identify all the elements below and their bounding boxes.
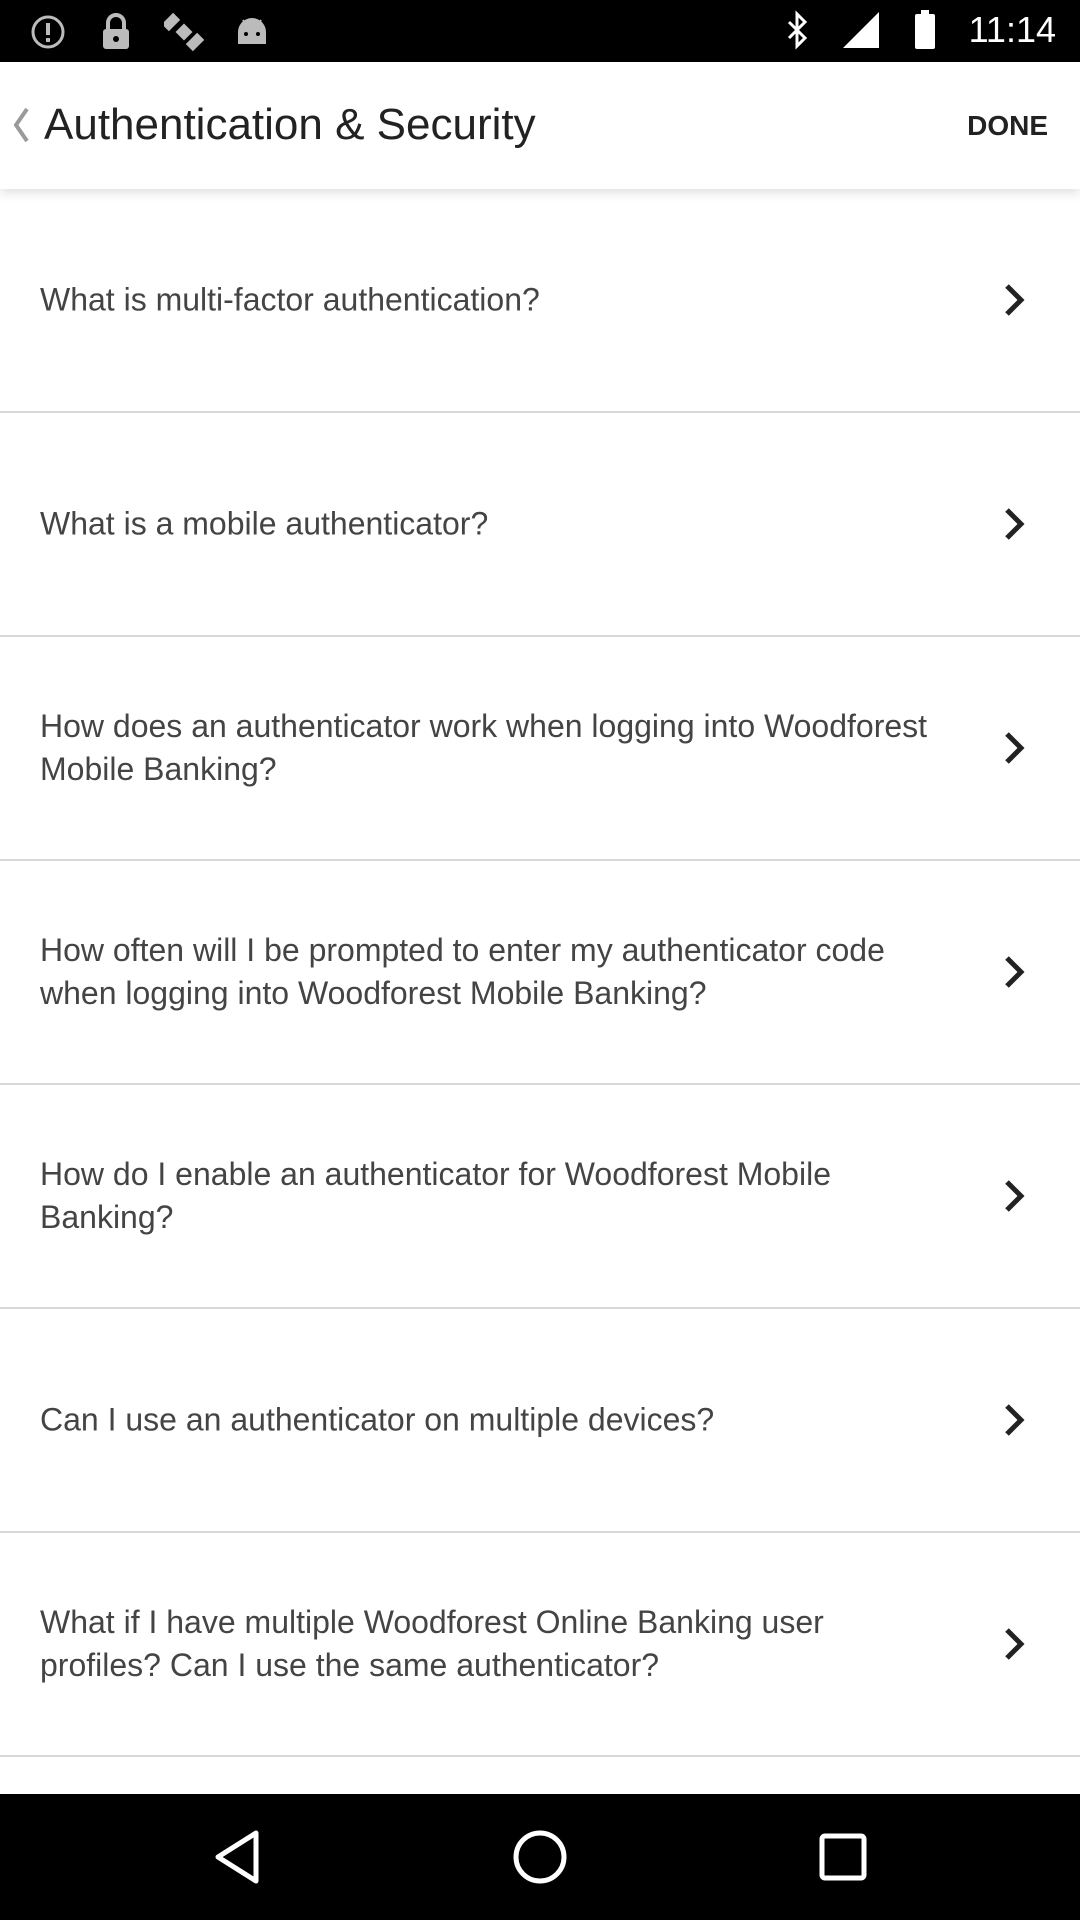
circle-home-icon [513, 1830, 567, 1884]
navigation-bar [0, 1794, 1080, 1920]
faq-question: How do I enable an authenticator for Woo… [40, 1156, 831, 1235]
faq-list: What is multi-factor authentication? Wha… [0, 189, 1080, 1794]
faq-item-multi-factor[interactable]: What is multi-factor authentication? [0, 189, 1080, 413]
lock-icon [96, 10, 136, 54]
android-icon [232, 10, 272, 54]
chevron-right-icon [1005, 1628, 1025, 1660]
faq-question: How often will I be prompted to enter my… [40, 932, 885, 1011]
done-button[interactable]: DONE [967, 106, 1048, 146]
faq-question: What if I have multiple Woodforest Onlin… [40, 1604, 824, 1683]
faq-item-enable-authenticator[interactable]: How do I enable an authenticator for Woo… [0, 1085, 1080, 1309]
chevron-left-icon [13, 107, 29, 143]
page-title: Authentication & Security [44, 100, 536, 149]
status-right-icons: 11:14 [777, 8, 1056, 52]
faq-question: How does an authenticator work when logg… [40, 708, 928, 787]
faq-question: What is a mobile authenticator? [40, 505, 489, 542]
faq-item-multiple-profiles[interactable]: What if I have multiple Woodforest Onlin… [0, 1533, 1080, 1757]
chevron-right-icon [1005, 1404, 1025, 1436]
satellite-icon [164, 10, 204, 54]
status-bar: 11:14 [0, 0, 1080, 62]
chevron-right-icon [1005, 284, 1025, 316]
faq-item-multiple-devices[interactable]: Can I use an authenticator on multiple d… [0, 1309, 1080, 1533]
chevron-right-icon [1005, 956, 1025, 988]
battery-icon [905, 8, 945, 52]
faq-item-mobile-authenticator[interactable]: What is a mobile authenticator? [0, 413, 1080, 637]
nav-recents-button[interactable] [810, 1824, 876, 1890]
faq-item-how-authenticator-works[interactable]: How does an authenticator work when logg… [0, 637, 1080, 861]
status-time: 11:14 [968, 9, 1056, 50]
nav-back-button[interactable] [204, 1824, 270, 1890]
faq-item-how-often-prompted[interactable]: How often will I be prompted to enter my… [0, 861, 1080, 1085]
bluetooth-icon [777, 8, 817, 52]
app-bar: Authentication & Security DONE [0, 62, 1080, 189]
back-button[interactable] [6, 98, 36, 152]
alert-circle-icon [28, 10, 68, 54]
faq-question: What is multi-factor authentication? [40, 281, 540, 318]
faq-question: Can I use an authenticator on multiple d… [40, 1401, 715, 1438]
chevron-right-icon [1005, 1180, 1025, 1212]
status-left-icons [28, 10, 272, 54]
triangle-back-icon [215, 1830, 259, 1884]
chevron-right-icon [1005, 732, 1025, 764]
signal-icon [841, 8, 881, 52]
chevron-right-icon [1005, 508, 1025, 540]
square-recents-icon [819, 1833, 867, 1881]
nav-home-button[interactable] [507, 1824, 573, 1890]
